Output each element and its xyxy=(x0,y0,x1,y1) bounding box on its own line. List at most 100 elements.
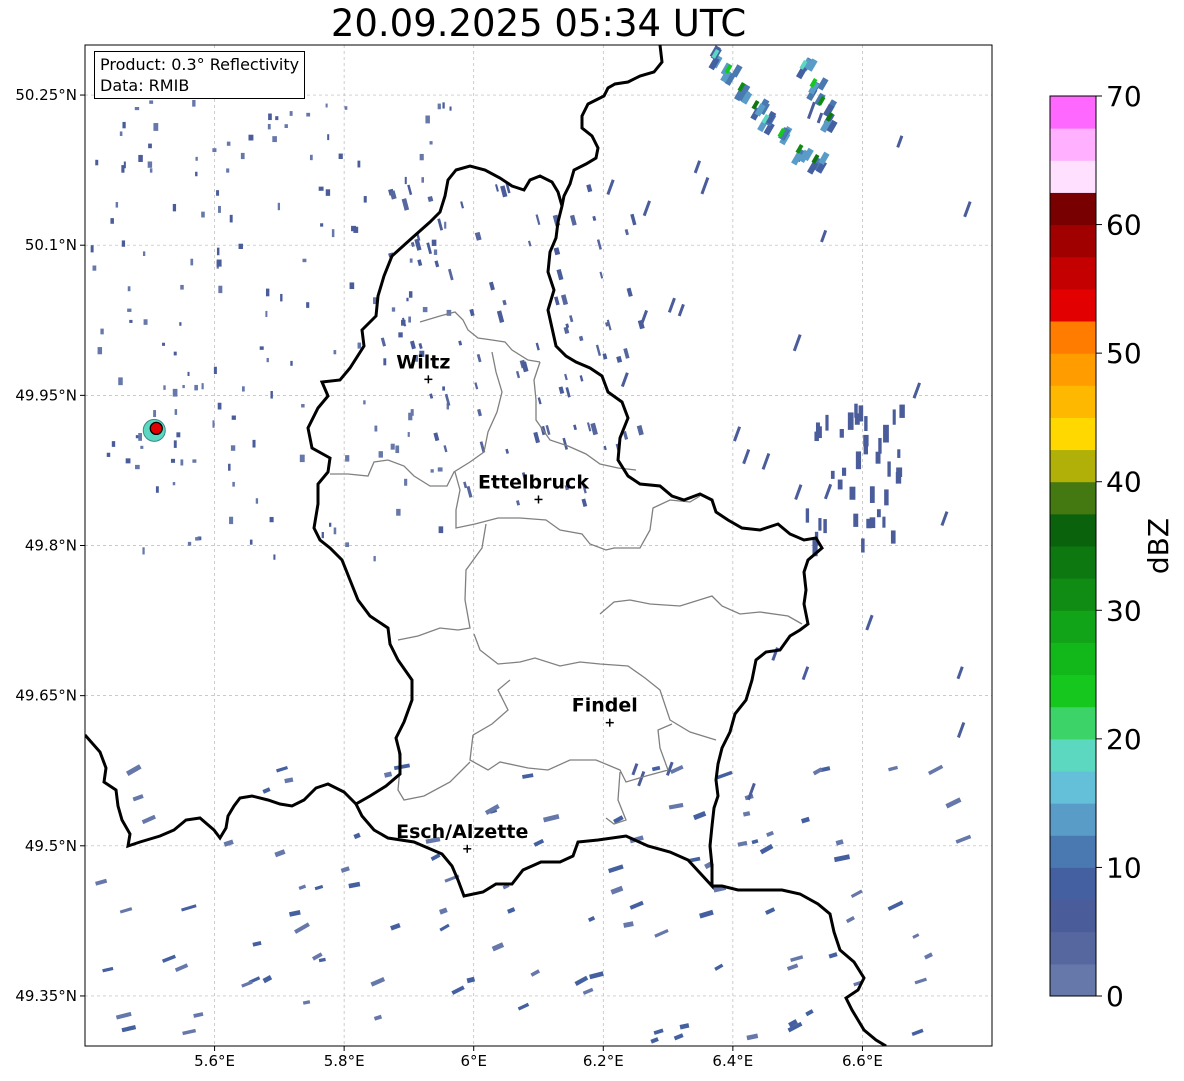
radar-echo xyxy=(418,342,423,350)
radar-echo xyxy=(321,532,324,539)
radar-echo xyxy=(582,987,594,995)
colorbar-segment xyxy=(1050,578,1096,611)
radar-echo xyxy=(746,1033,759,1041)
radar-echo xyxy=(564,373,568,381)
radar-echo xyxy=(252,941,262,947)
radar-echo xyxy=(333,527,337,535)
radar-echo xyxy=(132,794,144,802)
colorbar-segment xyxy=(1050,353,1096,386)
lon-tick-label: 6.4°E xyxy=(712,1052,753,1070)
radar-echo xyxy=(823,483,833,500)
radar-echo xyxy=(306,302,310,308)
radar-echo xyxy=(845,915,855,924)
radar-echo xyxy=(800,816,810,824)
radar-echo xyxy=(345,542,350,548)
radar-echo xyxy=(298,884,307,890)
product-info-box: Product: 0.3° Reflectivity Data: RMIB xyxy=(94,51,306,99)
radar-echo xyxy=(833,854,851,863)
radar-echo xyxy=(592,215,597,221)
radar-echo xyxy=(115,1011,132,1020)
radar-echo xyxy=(850,889,863,899)
radar-echo xyxy=(125,458,131,464)
radar-echo xyxy=(673,1033,684,1041)
radar-echo xyxy=(218,205,221,213)
radar-echo xyxy=(212,420,215,428)
lat-tick-label: 49.65°N xyxy=(15,687,77,705)
lat-tick-label: 49.8°N xyxy=(25,537,77,555)
colorbar-segment xyxy=(1050,513,1096,547)
radar-echo xyxy=(449,106,452,111)
radar-echo xyxy=(535,214,541,226)
radar-echoes xyxy=(90,45,972,1044)
radar-echo xyxy=(554,296,560,306)
radar-echo xyxy=(579,375,584,382)
radar-echo xyxy=(162,342,165,346)
radar-echo xyxy=(262,975,273,984)
radar-echo xyxy=(259,346,264,350)
radar-echo xyxy=(340,866,350,873)
radar-echo xyxy=(179,322,182,326)
radar-echo xyxy=(289,111,293,116)
radar-echo xyxy=(630,213,637,226)
radar-echo xyxy=(766,830,774,837)
axis-ticks: 5.6°E 5.8°E 6°E 6.2°E 6.4°E 6.6°E 50.25°N 50.1°… xyxy=(15,86,883,1070)
radar-echo xyxy=(587,915,596,923)
radar-echo xyxy=(912,382,922,399)
radar-echo xyxy=(940,511,949,527)
radar-echo xyxy=(640,309,649,325)
radar-echo xyxy=(882,516,886,528)
radar-echo xyxy=(586,422,592,432)
radar-echo xyxy=(294,922,310,934)
radar-echo xyxy=(631,763,639,776)
radar-echo xyxy=(430,469,434,473)
radar-echo xyxy=(357,160,361,168)
radar-echo xyxy=(173,351,177,356)
radar-echo xyxy=(956,666,964,680)
radar-echo xyxy=(97,347,103,355)
radar-echo xyxy=(118,377,123,386)
radar-echo xyxy=(855,451,862,470)
radar-echo xyxy=(192,100,196,107)
radar-echo xyxy=(841,467,847,476)
radar-echo xyxy=(820,229,828,243)
radar-echo xyxy=(433,432,440,442)
radar-echo xyxy=(95,878,108,886)
radar-echo xyxy=(241,980,253,988)
lat-tick-label: 49.95°N xyxy=(15,386,77,404)
radar-echo xyxy=(275,116,279,121)
radar-echo xyxy=(115,202,119,208)
radar-echo xyxy=(668,802,684,810)
radar-echo xyxy=(249,539,253,545)
radar-echo xyxy=(863,434,869,447)
radar-echo xyxy=(477,408,482,417)
radar-echo xyxy=(398,332,403,338)
data-source-label: Data: RMIB xyxy=(100,76,190,95)
radar-echo xyxy=(515,370,521,379)
colorbar-segment xyxy=(1050,160,1096,193)
radar-echo xyxy=(955,834,972,844)
radar-echo xyxy=(142,547,145,555)
radar-echo xyxy=(383,358,387,366)
radar-echo xyxy=(122,121,126,129)
radar-echo xyxy=(876,509,881,518)
radar-echo xyxy=(883,424,889,443)
radar-echo xyxy=(620,372,629,388)
radar-echo xyxy=(357,342,362,349)
radar-echo xyxy=(351,225,356,232)
radar-echo xyxy=(849,486,856,500)
radar-echo xyxy=(172,203,177,212)
radar-echo xyxy=(90,245,94,253)
radar-echo xyxy=(325,189,331,196)
radar-echo xyxy=(374,425,378,432)
radar-echo xyxy=(442,102,445,109)
radar-echo xyxy=(265,288,270,297)
colorbar-segment xyxy=(1050,256,1096,290)
radar-echo xyxy=(474,231,482,241)
radar-echo xyxy=(121,240,126,247)
radar-echo xyxy=(95,159,99,166)
radar-echo xyxy=(401,198,410,211)
colorbar-segment xyxy=(1050,224,1096,258)
radar-echo xyxy=(667,297,676,313)
radar-echo xyxy=(733,426,742,442)
radar-echo xyxy=(318,957,326,963)
